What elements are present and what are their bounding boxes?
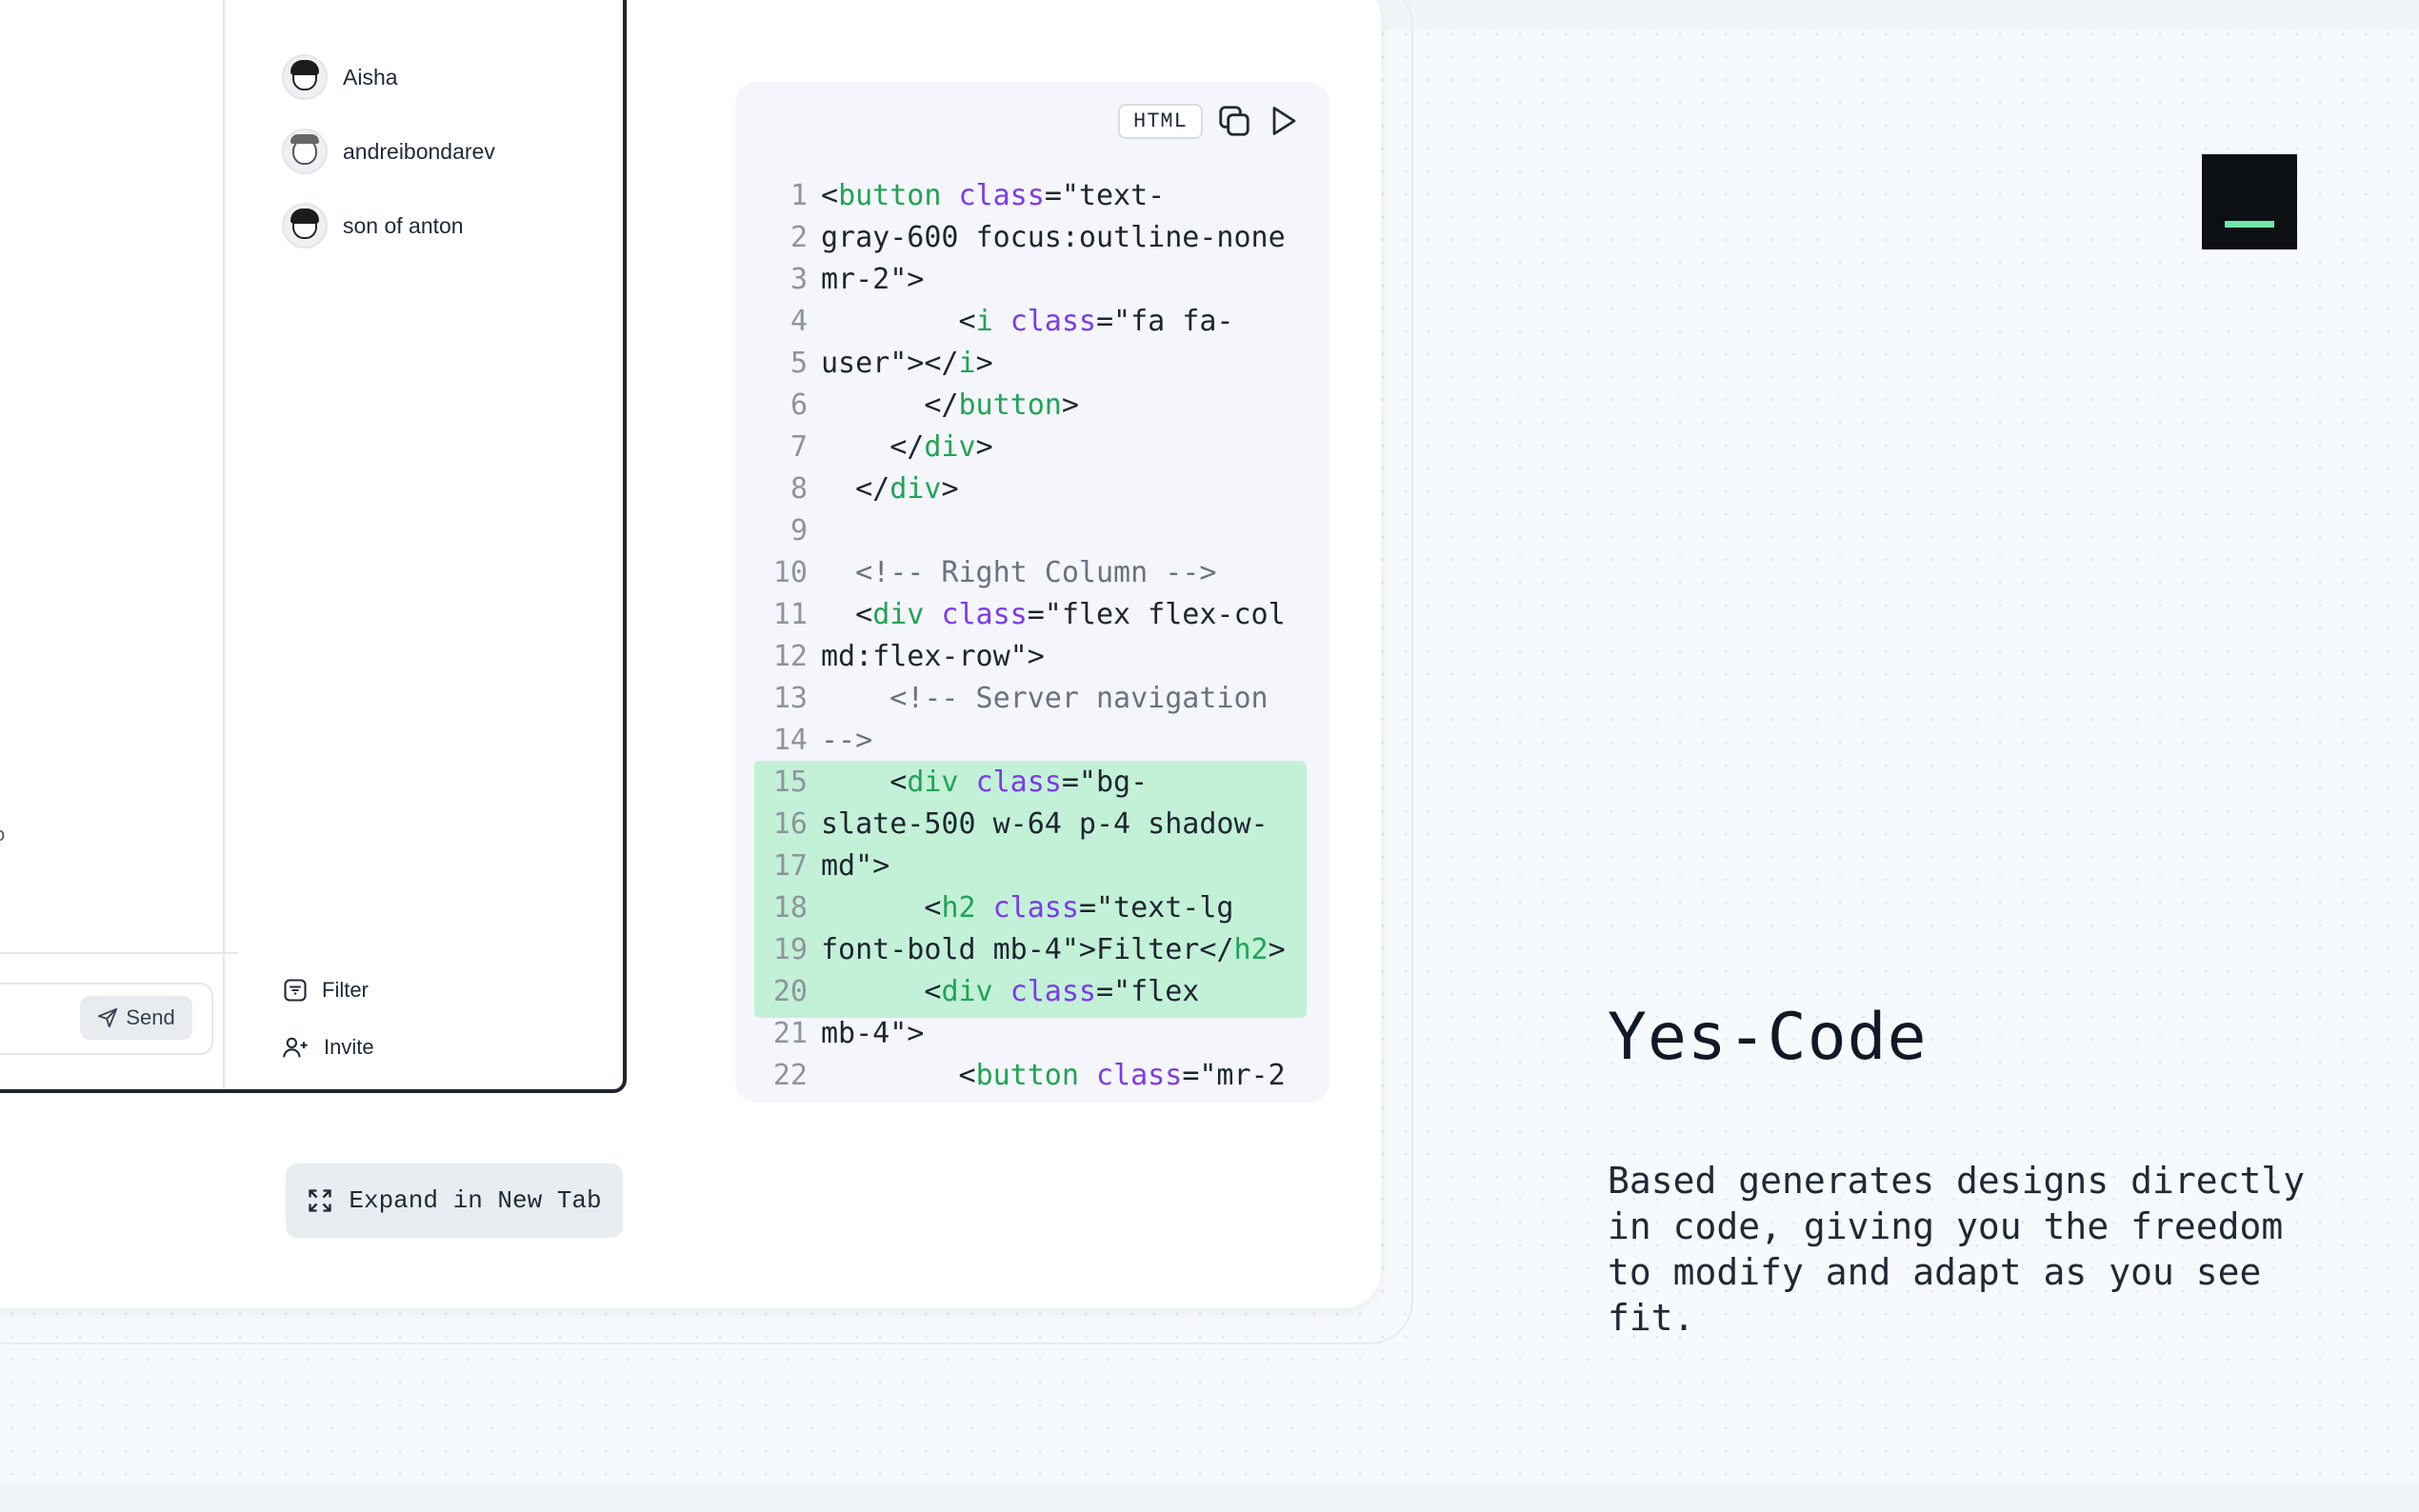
- line-text: </div>: [821, 472, 959, 506]
- code-listing: 1 <button class="text- 2 gray-600 focus:out…: [762, 175, 1286, 1097]
- language-badge: HTML: [1118, 103, 1203, 139]
- line-number: 3: [790, 263, 808, 296]
- code-line: 3 mr-2">: [762, 259, 1286, 301]
- line-text: mb-4">: [821, 1017, 925, 1050]
- code-line: 8 </div>: [762, 468, 1286, 510]
- line-number: 1: [790, 179, 808, 212]
- line-number: 21: [772, 1017, 808, 1050]
- code-line: 5 user"></i>: [762, 343, 1286, 385]
- avatar: [282, 203, 328, 249]
- line-number: 18: [772, 891, 808, 925]
- code-line: 17 md">: [762, 846, 1286, 887]
- code-line: 2 gray-600 focus:outline-none: [762, 217, 1286, 259]
- line-text: <!-- Right Column -->: [821, 556, 1217, 589]
- line-text: <!-- Server navigation: [821, 682, 1269, 715]
- line-number: 10: [772, 556, 808, 589]
- line-number: 20: [772, 975, 808, 1008]
- line-text: <button class="text-: [821, 179, 1166, 212]
- line-number: 5: [790, 347, 808, 380]
- line-number: 16: [772, 807, 808, 841]
- code-line: 21 mb-4">: [762, 1013, 1286, 1055]
- send-label: Send: [126, 1005, 175, 1029]
- feature-description: Based generates designs directly in code…: [1608, 1160, 2306, 1339]
- play-icon[interactable]: [1266, 103, 1300, 139]
- user-item[interactable]: son of anton: [282, 202, 464, 249]
- code-line: 20 <div class="flex: [762, 971, 1286, 1013]
- line-text: <h2 class="text-lg: [821, 891, 1234, 925]
- line-number: 19: [772, 933, 808, 966]
- divider: [0, 952, 238, 954]
- line-text: <div class="flex flex-col: [821, 598, 1286, 631]
- line-text: <button class="mr-2: [821, 1059, 1286, 1092]
- line-number: 2: [790, 221, 808, 254]
- line-number: 17: [772, 849, 808, 883]
- filter-icon: [284, 979, 307, 1002]
- line-number: 15: [772, 766, 808, 799]
- line-number: 22: [772, 1059, 808, 1092]
- line-text: md">: [821, 849, 890, 883]
- line-text: slate-500 w-64 p-4 shadow-: [821, 807, 1269, 841]
- line-text: -->: [821, 724, 873, 757]
- code-line: 7 </div>: [762, 427, 1286, 468]
- feature-title: Yes-Code: [1608, 1000, 1928, 1075]
- line-text: font-bold mb-4">Filter</h2>: [821, 933, 1286, 966]
- expand-new-tab-button[interactable]: Expand in New Tab: [286, 1164, 623, 1238]
- chat-panel: [0, 0, 225, 1089]
- line-number: 7: [790, 430, 808, 464]
- filter-button[interactable]: Filter: [282, 977, 369, 1004]
- code-line: 16 slate-500 w-64 p-4 shadow-: [762, 804, 1286, 846]
- logo-accent: [2225, 221, 2274, 228]
- add-user-icon: [283, 1037, 308, 1058]
- line-text: <i class="fa fa-: [821, 305, 1234, 338]
- code-line: 18 <h2 class="text-lg: [762, 887, 1286, 929]
- line-number: 8: [790, 472, 808, 506]
- line-number: 12: [772, 640, 808, 673]
- line-number: 13: [772, 682, 808, 715]
- code-line: 11 <div class="flex flex-col: [762, 594, 1286, 636]
- expand-label: Expand in New Tab: [349, 1186, 602, 1215]
- send-button[interactable]: Send: [80, 996, 192, 1040]
- code-line: 9: [762, 510, 1286, 552]
- avatar: [282, 54, 328, 100]
- code-line: 13 <!-- Server navigation: [762, 678, 1286, 720]
- line-text: mr-2">: [821, 263, 925, 296]
- line-text: gray-600 focus:outline-none: [821, 221, 1286, 254]
- code-toolbar: HTML: [1118, 103, 1300, 139]
- user-name: son of anton: [343, 212, 464, 238]
- code-line: 14 -->: [762, 720, 1286, 762]
- avatar: [282, 129, 328, 174]
- line-number: 14: [772, 724, 808, 757]
- code-line: 6 </button>: [762, 385, 1286, 427]
- user-item[interactable]: andreibondarev: [282, 128, 495, 175]
- line-text: <div class="flex: [821, 975, 1200, 1008]
- line-number: 9: [790, 514, 808, 547]
- invite-button[interactable]: Invite: [282, 1034, 374, 1061]
- code-line: 12 md:flex-row">: [762, 636, 1286, 678]
- line-number: 6: [790, 388, 808, 422]
- invite-label: Invite: [324, 1035, 374, 1059]
- expand-icon: [309, 1189, 332, 1212]
- user-name: andreibondarev: [343, 138, 495, 164]
- line-text: </button>: [821, 388, 1079, 422]
- bottom-band: [0, 1482, 2419, 1512]
- code-line: 4 <i class="fa fa-: [762, 301, 1286, 343]
- truncated-text: o: [0, 825, 5, 846]
- user-name: Aisha: [343, 64, 398, 90]
- line-text: user"></i>: [821, 347, 993, 380]
- code-line: 19 font-bold mb-4">Filter</h2>: [762, 929, 1286, 971]
- user-item[interactable]: Aisha: [282, 53, 398, 101]
- filter-label: Filter: [322, 978, 369, 1002]
- line-text: </div>: [821, 430, 993, 464]
- line-text: md:flex-row">: [821, 640, 1045, 673]
- code-line: 22 <button class="mr-2: [762, 1055, 1286, 1097]
- code-line: 10 <!-- Right Column -->: [762, 552, 1286, 594]
- copy-icon[interactable]: [1216, 103, 1252, 139]
- logo: [2202, 154, 2297, 249]
- line-number: 11: [772, 598, 808, 631]
- code-line: 1 <button class="text-: [762, 175, 1286, 217]
- line-text: <div class="bg-: [821, 766, 1149, 799]
- send-icon: [98, 1007, 118, 1028]
- code-line: 15 <div class="bg-: [762, 762, 1286, 804]
- line-number: 4: [790, 305, 808, 338]
